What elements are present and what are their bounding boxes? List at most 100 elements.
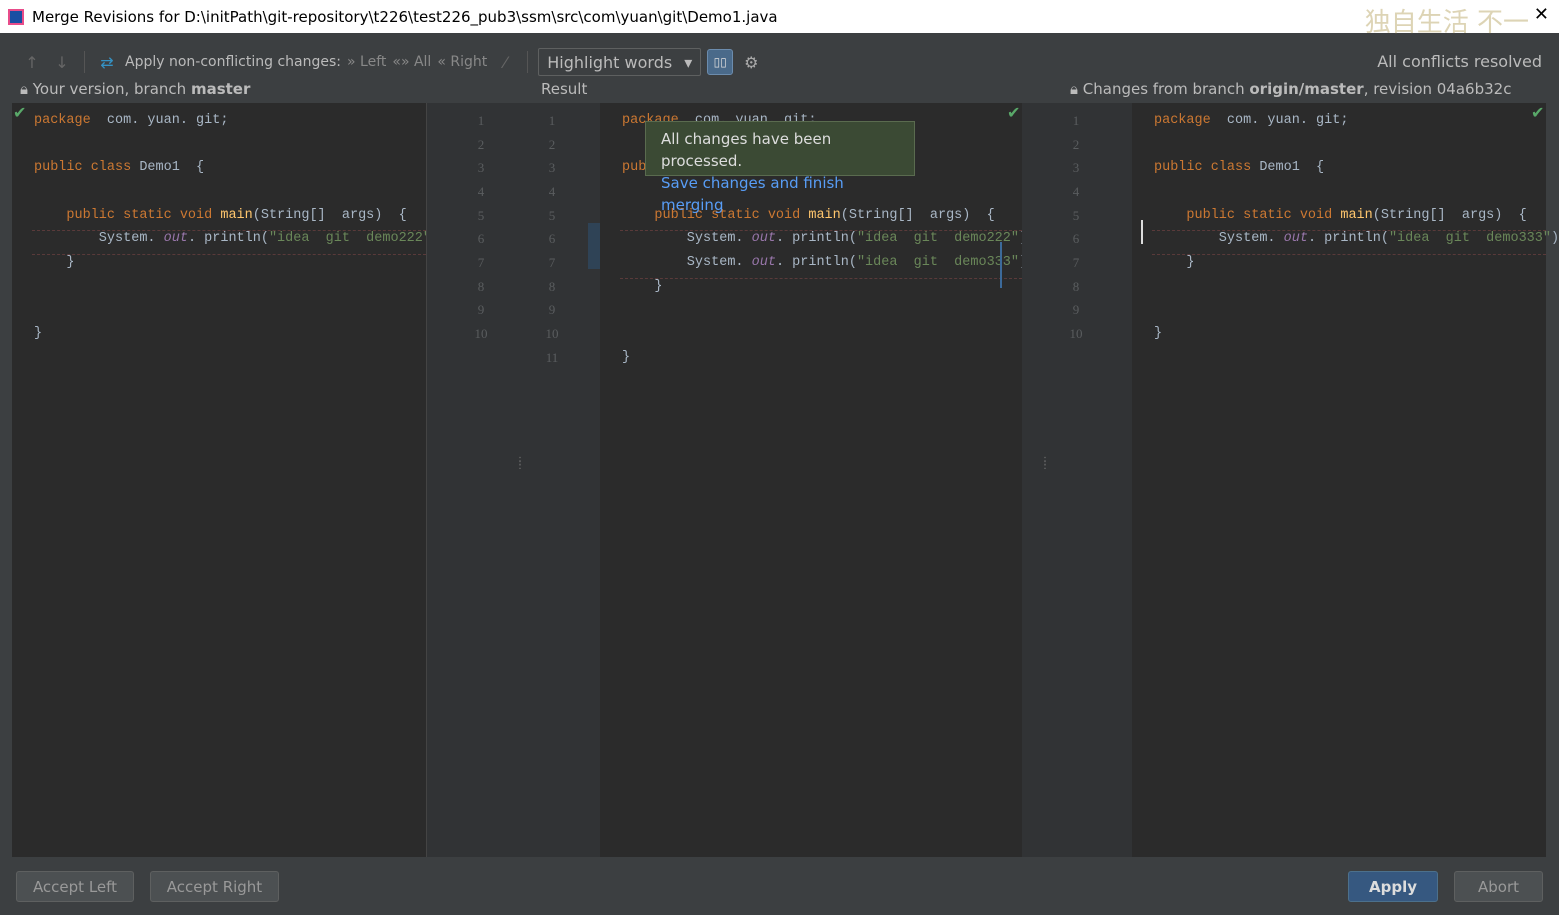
line-number: 11 bbox=[545, 349, 559, 365]
apply-all-label: All bbox=[413, 54, 432, 70]
code-token: (String[] args) { bbox=[1372, 207, 1527, 223]
line-number: 1 bbox=[477, 113, 485, 128]
code-line: package com. yuan. git; bbox=[34, 109, 228, 133]
left-header: 🔒︎ Your version, branch master bbox=[20, 80, 250, 98]
code-token: out bbox=[751, 231, 776, 247]
result-editor[interactable]: package com. yuan. git;publ public stati… bbox=[600, 103, 1035, 857]
window-title: Merge Revisions for D:\initPath\git-repo… bbox=[32, 7, 778, 26]
code-token: } bbox=[34, 255, 75, 271]
line-number: 9 bbox=[1072, 302, 1080, 318]
code-token: out bbox=[751, 255, 776, 271]
result-right-gutter: 1 2 3 4 5 6 7 8 9 10 bbox=[1022, 103, 1132, 857]
line-number: 7 bbox=[1072, 255, 1080, 271]
code-token: "idea git demo333" bbox=[856, 255, 1019, 271]
merge-complete-notification: All changes have been processed. Save ch… bbox=[645, 121, 915, 214]
code-line: } bbox=[622, 346, 630, 370]
lock-icon: 🔒︎ bbox=[1070, 80, 1078, 98]
change-boundary bbox=[1152, 230, 1546, 232]
highlight-mode-value: Highlight words bbox=[547, 52, 673, 72]
left-header-text: Your version, branch bbox=[32, 80, 191, 98]
abort-button[interactable]: Abort bbox=[1454, 871, 1543, 902]
right-resolved-check-icon: ✔ bbox=[1531, 103, 1545, 122]
line-number: 4 bbox=[477, 184, 485, 199]
line-number: 6 bbox=[477, 231, 485, 247]
line-number: 5 bbox=[1072, 207, 1080, 223]
change-marker bbox=[1000, 242, 1002, 288]
sync-scroll-toggle-icon[interactable]: ▯▯ bbox=[707, 49, 734, 75]
code-token: . println( bbox=[1307, 231, 1389, 247]
save-and-finish-link[interactable]: Save changes and finish merging bbox=[661, 174, 844, 214]
line-number: 10 bbox=[1069, 326, 1083, 342]
line-number: 5 bbox=[477, 207, 485, 223]
code-token: System. bbox=[622, 231, 752, 247]
divider bbox=[527, 51, 529, 73]
apply-non-conflicting-label: Apply non-conflicting changes: bbox=[125, 54, 342, 70]
code-token: com. yuan. git; bbox=[90, 113, 229, 128]
line-number: 3 bbox=[1072, 160, 1080, 176]
splitter-handle[interactable]: ⋮ ⋮ bbox=[1040, 457, 1050, 471]
caret bbox=[1141, 220, 1143, 244]
notification-message: All changes have been processed. bbox=[661, 130, 832, 170]
apply-button[interactable]: Apply bbox=[1348, 871, 1438, 902]
intellij-app-icon bbox=[8, 8, 24, 25]
accept-right-button[interactable]: Accept Right bbox=[150, 871, 279, 902]
code-token: public class bbox=[1154, 160, 1252, 176]
highlight-mode-select[interactable]: Highlight words ▾ bbox=[538, 48, 702, 76]
magic-wand-icon[interactable]: ⁄ bbox=[493, 53, 517, 72]
toolbar: ↑ ↓ ⇄ Apply non-conflicting changes: » L… bbox=[20, 45, 763, 79]
code-token: . println( bbox=[775, 255, 857, 271]
next-change-icon[interactable]: ↓ bbox=[50, 53, 74, 72]
line-number: 8 bbox=[1072, 278, 1080, 294]
code-token: main bbox=[220, 207, 253, 223]
accept-left-button[interactable]: Accept Left bbox=[16, 871, 134, 902]
right-revision: , revision 04a6b32c bbox=[1363, 80, 1512, 98]
code-token: } bbox=[34, 326, 43, 342]
code-token: (String[] args) { bbox=[252, 207, 407, 223]
left-branch: master bbox=[190, 80, 251, 98]
code-token: com. yuan. git; bbox=[1210, 113, 1349, 128]
right-header: 🔒︎ Changes from branch origin/master, re… bbox=[1070, 80, 1511, 98]
left-resolved-check-icon: ✔ bbox=[13, 103, 27, 122]
previous-change-icon[interactable]: ↑ bbox=[20, 53, 44, 72]
right-editor[interactable]: package com. yuan. git; public class Demo… bbox=[1132, 103, 1559, 857]
divider bbox=[84, 51, 85, 73]
code-token: public class bbox=[34, 160, 132, 176]
apply-right-label: Right bbox=[450, 54, 488, 70]
code-token: "idea git demo222" bbox=[268, 231, 431, 247]
line-number: 7 bbox=[477, 255, 485, 271]
gear-icon[interactable]: ⚙ bbox=[739, 53, 763, 72]
code-token: System. bbox=[1154, 231, 1284, 247]
code-token: package bbox=[34, 113, 91, 128]
code-token: } bbox=[622, 349, 631, 365]
code-line: } bbox=[1154, 322, 1162, 346]
code-token: } bbox=[622, 278, 663, 294]
code-line: System. out. println("idea git demo333")… bbox=[622, 251, 1035, 275]
apply-left-button[interactable]: » Left bbox=[347, 54, 386, 70]
change-boundary bbox=[32, 230, 426, 232]
line-number: 5 bbox=[548, 207, 556, 223]
resolve-magic-icon[interactable]: ⇄ bbox=[95, 53, 119, 72]
code-token: System. bbox=[622, 255, 752, 271]
line-number: 2 bbox=[548, 136, 556, 152]
code-token: System. bbox=[34, 231, 164, 247]
left-editor[interactable]: package com. yuan. git; public class Demo… bbox=[12, 103, 447, 857]
code-token: . println( bbox=[775, 231, 857, 247]
code-token: "idea git demo333" bbox=[1388, 231, 1551, 247]
result-resolved-check-icon: ✔ bbox=[1007, 103, 1021, 122]
line-number: 10 bbox=[474, 326, 488, 342]
apply-right-button[interactable]: « Right bbox=[437, 54, 487, 70]
apply-all-button[interactable]: «» All bbox=[392, 54, 431, 70]
code-line: package com. yuan. git; bbox=[1154, 109, 1348, 133]
splitter-handle[interactable]: ⋮ ⋮ bbox=[515, 457, 525, 471]
line-number: 3 bbox=[548, 160, 556, 176]
line-number: 2 bbox=[477, 136, 485, 152]
title-bar: Merge Revisions for D:\initPath\git-repo… bbox=[0, 0, 1559, 38]
watermark: 独自生活 不一 bbox=[1364, 8, 1529, 38]
change-boundary bbox=[620, 230, 1022, 232]
close-icon[interactable]: ✕ bbox=[1534, 4, 1549, 25]
line-number: 9 bbox=[548, 302, 556, 318]
code-token: out bbox=[163, 231, 188, 247]
